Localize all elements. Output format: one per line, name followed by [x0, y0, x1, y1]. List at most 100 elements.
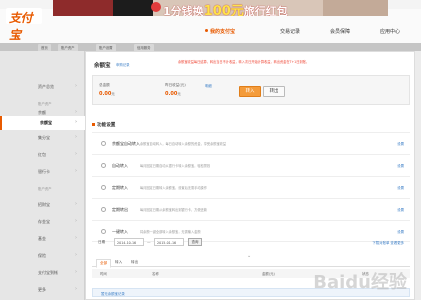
radio-button[interactable] [101, 185, 106, 190]
function-setting-link[interactable]: 设置 [397, 207, 404, 212]
yesterday-label: 昨日收益(元) [165, 83, 186, 87]
function-setting-link[interactable]: 设置 [397, 163, 404, 168]
nav-transactions[interactable]: 交易记录 [280, 28, 300, 35]
page-title: 余额宝 [94, 63, 111, 69]
banner-stripe [113, 0, 153, 16]
sidebar-item-fund[interactable]: 基金 › [0, 232, 85, 246]
sidebar: 资产总览 › 账户资产 余额 › 余额宝 › 集分宝 › 红包 › 银行卡 › 账户资产 招… [0, 51, 85, 300]
chevron-right-icon: › [75, 109, 77, 115]
sidebar-item-zhaocaibao[interactable]: 招财宝 › [0, 198, 85, 212]
sidebar-item-jifenbao[interactable]: 集分宝 › [0, 131, 85, 145]
list-item: 定期转入 每月固定日期转入余额宝，设置后无需手动操作 设置 [92, 176, 410, 198]
promo-banner[interactable]: 1分钱换100元旅行红包 [53, 0, 388, 16]
alipay-logo[interactable]: 支付宝 [6, 8, 42, 42]
function-name: 定期转入 [112, 185, 128, 190]
chevron-right-icon: › [75, 83, 77, 89]
function-setting-link[interactable]: 设置 [397, 185, 404, 190]
function-desc: 每月固定日期自动从银行卡转入余额宝，轻松攒钱 [140, 164, 211, 168]
nav-app-center[interactable]: 应用中心 [380, 28, 400, 35]
yesterday-value: 0.00元 [165, 91, 181, 97]
logo-text: 支付宝 [9, 11, 33, 42]
banner-stripe [53, 0, 113, 16]
list-item: 自动转入 每月固定日期自动从银行卡转入余额宝，轻松攒钱 设置 [92, 154, 410, 176]
chevron-right-icon: › [74, 119, 77, 125]
tab-in[interactable]: 转入 [112, 259, 125, 266]
balance-box: 总金额 0.00元 昨日收益(元) 明细 0.00元 转入 转出 [92, 75, 410, 105]
subnav-tab-home[interactable]: 首页 [38, 44, 51, 51]
purchase-record-link[interactable]: 申购记录 [116, 62, 130, 67]
transfer-in-button[interactable]: 转入 [239, 86, 261, 97]
active-dot-icon [205, 29, 208, 32]
function-setting-link[interactable]: 设置 [397, 141, 404, 146]
radio-button[interactable] [101, 207, 106, 212]
chevron-right-icon: › [75, 218, 77, 224]
sidebar-item-insurance[interactable]: 保险 › [0, 249, 85, 263]
chevron-right-icon: › [75, 269, 77, 275]
bullet-icon [92, 123, 95, 126]
date-label: 日期 [98, 240, 106, 244]
radio-button[interactable] [101, 229, 106, 234]
sidebar-item-yuebao[interactable]: 余额宝 › [0, 116, 85, 130]
col-amount: 金额(元) [262, 272, 275, 276]
radio-button[interactable] [101, 163, 106, 168]
sidebar-item-overview[interactable]: 资产总览 › [0, 80, 85, 94]
tab-all[interactable]: 全部 [96, 259, 112, 268]
function-desc: 余额宝自动转入，每日自动转入余额的资金，享受余额宝收益 [140, 142, 227, 146]
sidebar-item-more[interactable]: 更多 › [0, 283, 85, 297]
transfer-out-button[interactable]: 转出 [263, 86, 285, 97]
list-item: 余额宝自动转入 余额宝自动转入，每日自动转入余额的资金，享受余额宝收益 设置 [92, 132, 410, 154]
header: 支付宝 1分钱换100元旅行红包 我的支付宝 交易记录 会员保障 应用中心 [0, 0, 421, 44]
chevron-right-icon: › [75, 168, 77, 174]
radio-button[interactable] [101, 141, 106, 146]
content-panel: 余额宝 申购记录 余额宝收益每日结算，转出当日不计收益，转入次日开始计算收益，转… [85, 51, 415, 300]
date-separator: — [147, 240, 151, 244]
banner-text: 1分钱换100元旅行红包 [163, 4, 288, 16]
chevron-right-icon: › [75, 252, 77, 258]
chevron-right-icon: › [75, 286, 77, 292]
date-filter: 日期 2014-10-16 — 2015-01-16 查询 下载对账单 查看更多 [92, 238, 410, 248]
nav-my-alipay[interactable]: 我的支付宝 [205, 28, 235, 35]
section-title: 功能设置 [92, 122, 115, 128]
chevron-right-icon: › [75, 151, 77, 157]
logo-mark: 支付宝 [6, 8, 42, 42]
function-desc: 将余额一键全部转入余额宝，无需输入金额 [140, 230, 201, 234]
date-to-input[interactable]: 2015-01-16 [154, 238, 184, 246]
chevron-right-icon: › [75, 235, 77, 241]
total-label: 总金额 [99, 83, 110, 87]
sidebar-group-label: 账户资产 [38, 187, 52, 191]
subnav-tab-credit[interactable]: 信用服务 [134, 44, 154, 51]
download-link[interactable]: 下载对账单 查看更多 [372, 240, 404, 245]
tab-out[interactable]: 转出 [128, 259, 141, 266]
chevron-right-icon: › [75, 134, 77, 140]
nav-member-protection[interactable]: 会员保障 [330, 28, 350, 35]
function-desc: 每月固定日期从余额宝转出到银行卡，方便还款 [140, 208, 207, 212]
coin-icon [151, 2, 161, 12]
sidebar-item-arrival[interactable]: 支付宝到帐 › [0, 266, 85, 280]
chevron-right-icon: › [75, 201, 77, 207]
sub-nav: 首页 账户资产 账户设置 信用服务 [0, 43, 421, 51]
record-tabs: 全部 转入 转出 [92, 257, 410, 268]
subnav-tab-assets[interactable]: 账户资产 [58, 44, 78, 51]
function-list: 余额宝自动转入 余额宝自动转入，每日自动转入余额的资金，享受余额宝收益 设置 自… [92, 132, 410, 247]
search-button[interactable]: 查询 [188, 238, 202, 246]
function-desc: 每月固定日期转入余额宝，设置后无需手动操作 [140, 186, 207, 190]
function-setting-link[interactable]: 设置 [397, 229, 404, 234]
detail-link[interactable]: 明细 [205, 83, 212, 88]
list-item: 定期转出 每月固定日期从余额宝转出到银行卡，方便还款 设置 [92, 198, 410, 220]
sidebar-item-bankcard[interactable]: 银行卡 › [0, 165, 85, 179]
col-name: 名称 [152, 272, 159, 276]
function-name: 一键转入 [112, 229, 128, 234]
notice-text: 余额宝收益每日结算，转出当日不计收益，转入次日开始计算收益，转出资金在T+1日到… [178, 60, 309, 64]
subnav-tab-settings[interactable]: 账户设置 [96, 44, 116, 51]
function-name: 自动转入 [112, 163, 128, 168]
function-name: 余额宝自动转入 [112, 141, 140, 146]
col-time: 时间 [100, 272, 107, 276]
function-name: 定期转出 [112, 207, 128, 212]
total-value: 0.00元 [99, 91, 115, 97]
sidebar-item-hongbao[interactable]: 红包 › [0, 148, 85, 162]
sidebar-item-cunjinbao[interactable]: 存金宝 › [0, 215, 85, 229]
date-from-input[interactable]: 2014-10-16 [114, 238, 144, 246]
banner-stripe [323, 0, 388, 16]
watermark: Baidu经验 [313, 272, 407, 293]
empty-text: 暂无余额宝记录 [101, 291, 125, 296]
